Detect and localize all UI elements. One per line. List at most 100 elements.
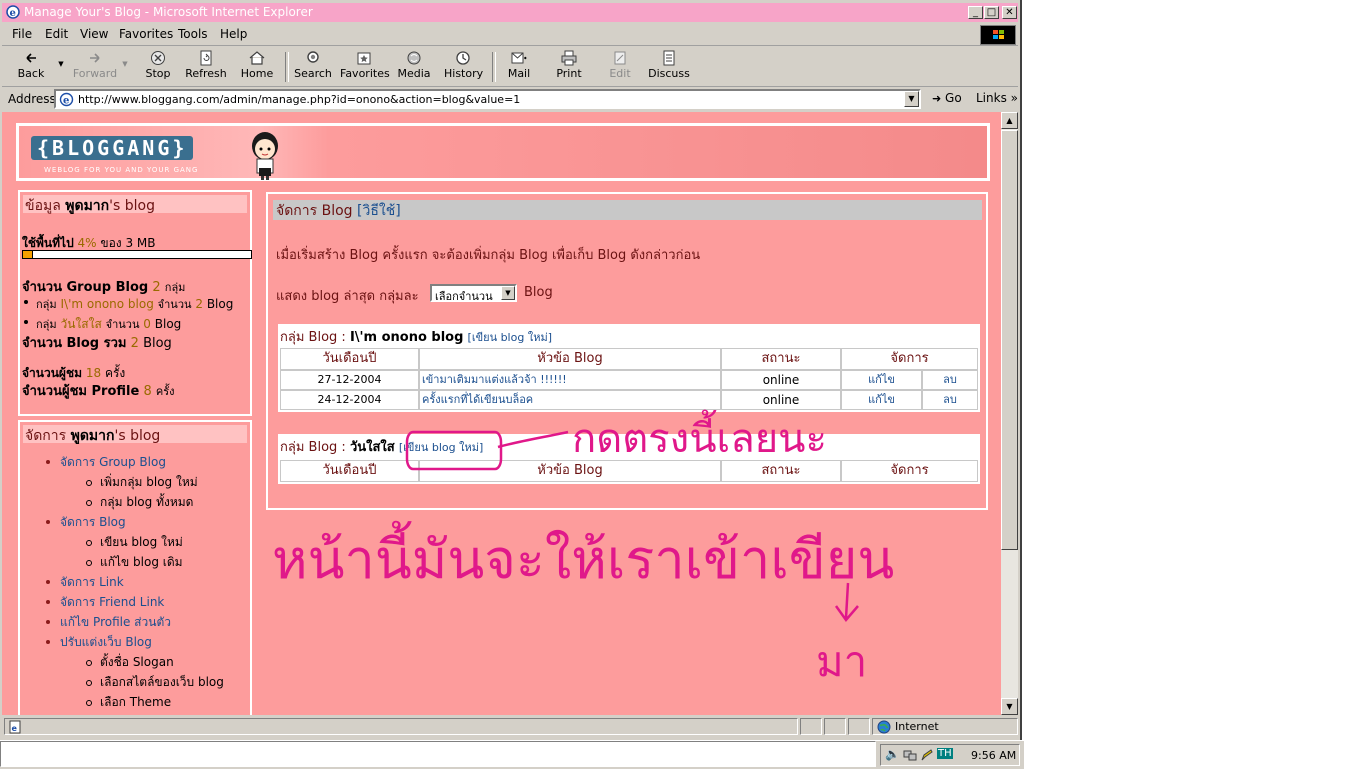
chevron-down-icon[interactable]: ▼ xyxy=(501,286,515,300)
nav-edit-blog[interactable]: แก้ไข blog เดิม xyxy=(100,553,183,572)
clock[interactable]: 9:56 AM xyxy=(971,749,1016,762)
menu-help[interactable]: Help xyxy=(220,27,247,41)
nav-manage-friend-link[interactable]: จัดการ Friend Link xyxy=(60,593,164,612)
col-header-title: หัวข้อ Blog xyxy=(419,460,721,482)
row-edit-cell: แก้ไข xyxy=(841,370,922,390)
svg-text:e: e xyxy=(63,96,69,107)
menu-bar: File Edit View Favorites Tools Help xyxy=(2,24,1018,46)
back-dropdown[interactable]: ▼ xyxy=(56,50,66,84)
circle-bullet xyxy=(86,560,92,566)
address-dropdown[interactable]: ▼ xyxy=(904,91,919,107)
nav-choose-style[interactable]: เลือกสไตล์ของเว็บ blog xyxy=(100,673,224,692)
nav-manage-group-blog[interactable]: จัดการ Group Blog xyxy=(60,453,166,472)
nav-write-new-blog[interactable]: เขียน blog ใหม่ xyxy=(100,533,183,552)
search-button[interactable]: Search xyxy=(294,50,332,84)
browser-window: e Manage Your's Blog - Microsoft Interne… xyxy=(0,0,1022,740)
window-title: Manage Your's Blog - Microsoft Internet … xyxy=(24,5,313,19)
usage-progress-fill xyxy=(23,251,33,258)
nav-choose-theme[interactable]: เลือก Theme xyxy=(100,693,171,712)
write-new-blog-link[interactable]: [เขียน blog ใหม่] xyxy=(468,331,552,344)
status-pane xyxy=(824,718,846,735)
toolbar-separator xyxy=(492,52,496,82)
favorites-button[interactable]: Favorites xyxy=(340,50,390,84)
scroll-down-arrow[interactable]: ▼ xyxy=(1001,698,1018,715)
stop-button[interactable]: Stop xyxy=(142,50,174,84)
write-new-blog-link[interactable]: [เขียน blog ใหม่] xyxy=(399,441,483,454)
nav-customize-blog[interactable]: ปรับแต่งเว็บ Blog xyxy=(60,633,152,652)
nav-add-group[interactable]: เพิ่มกลุ่ม blog ใหม่ xyxy=(100,473,198,492)
address-input[interactable]: e http://www.bloggang.com/admin/manage.p… xyxy=(54,89,921,109)
scroll-thumb[interactable] xyxy=(1001,130,1018,550)
close-button[interactable]: ✕ xyxy=(1002,6,1017,19)
taskbar-blank-area xyxy=(0,741,876,767)
row-date: 24-12-2004 xyxy=(280,390,419,410)
delete-link[interactable]: ลบ xyxy=(943,373,957,386)
delete-link[interactable]: ลบ xyxy=(943,393,957,406)
nav-manage-link[interactable]: จัดการ Link xyxy=(60,573,124,592)
col-header-date: วันเดือนปี xyxy=(280,348,419,370)
zone-label: Internet xyxy=(895,720,939,733)
links-button[interactable]: Links » xyxy=(976,91,1018,105)
pencil-icon[interactable] xyxy=(920,748,934,762)
col-header-title: หัวข้อ Blog xyxy=(419,348,721,370)
nav-edit-profile[interactable]: แก้ไข Profile ส่วนตัว xyxy=(60,613,171,632)
bullet xyxy=(24,300,28,304)
taskbar: 🔈 TH 9:56 AM xyxy=(0,740,1024,769)
menu-edit[interactable]: Edit xyxy=(45,27,68,41)
blog-count-select[interactable]: เลือกจำนวน ▼ xyxy=(430,284,517,303)
bloggang-logo[interactable]: {BLOGGANG} xyxy=(31,136,194,160)
discuss-button[interactable]: Discuss xyxy=(648,50,690,84)
nav-set-slogan[interactable]: ตั้งชื่อ Slogan xyxy=(100,653,174,672)
howto-link[interactable]: [วิธีใช้] xyxy=(357,203,401,219)
edit-link[interactable]: แก้ไข xyxy=(868,373,895,386)
speaker-icon[interactable]: 🔈 xyxy=(885,747,900,761)
menu-tools[interactable]: Tools xyxy=(178,27,208,41)
row-date: 27-12-2004 xyxy=(280,370,419,390)
row-title-link[interactable]: เข้ามาเติมมาแต่งแล้วจ้า !!!!!! xyxy=(419,370,721,390)
row-status: online xyxy=(721,370,841,390)
minimize-button[interactable]: _ xyxy=(968,6,983,19)
main-panel-title: จัดการ Blog [วิธีใช้] xyxy=(273,200,982,220)
media-button[interactable]: Media xyxy=(396,50,432,84)
status-main-pane: e xyxy=(4,718,798,735)
menu-view[interactable]: View xyxy=(80,27,108,41)
nav-manage-blog[interactable]: จัดการ Blog xyxy=(60,513,126,532)
circle-bullet xyxy=(86,480,92,486)
network-icon[interactable] xyxy=(903,748,917,762)
circle-bullet xyxy=(86,500,92,506)
vertical-scrollbar[interactable]: ▲ ▼ xyxy=(1001,112,1018,715)
windows-logo-icon xyxy=(980,25,1016,45)
print-button[interactable]: Print xyxy=(554,50,584,84)
forward-arrow-icon xyxy=(90,53,100,63)
group-item: กลุ่ม I\'m onono blog จำนวน 2 Blog xyxy=(36,297,234,311)
ie-icon: e xyxy=(6,5,20,19)
menu-file[interactable]: File xyxy=(12,27,32,41)
group-table: กลุ่ม Blog : วันใสใส [เขียน blog ใหม่] ว… xyxy=(278,434,980,484)
row-title-link[interactable]: ครั้งแรกที่ได้เขียนบล็อค xyxy=(419,390,721,410)
maximize-button[interactable]: □ xyxy=(984,6,999,19)
mail-button[interactable]: Mail xyxy=(502,50,536,84)
refresh-button[interactable]: Refresh xyxy=(185,50,227,84)
forward-button[interactable]: Forward xyxy=(72,50,118,84)
svg-text:e: e xyxy=(12,724,18,733)
home-button[interactable]: Home xyxy=(240,50,274,84)
history-icon xyxy=(456,51,470,65)
back-button[interactable]: Back xyxy=(14,50,48,84)
edit-button[interactable]: Edit xyxy=(606,50,634,84)
scroll-up-arrow[interactable]: ▲ xyxy=(1001,112,1018,129)
edit-link[interactable]: แก้ไข xyxy=(868,393,895,406)
language-indicator[interactable]: TH xyxy=(937,748,953,759)
toolbar-separator xyxy=(285,52,289,82)
nav-all-groups[interactable]: กลุ่ม blog ทั้งหมด xyxy=(100,493,193,512)
go-button[interactable]: ➜ Go xyxy=(932,91,962,105)
group-title: กลุ่ม Blog : วันใสใส [เขียน blog ใหม่] xyxy=(280,440,484,455)
title-bar[interactable]: e Manage Your's Blog - Microsoft Interne… xyxy=(2,3,1018,22)
bullet xyxy=(46,520,50,524)
history-button[interactable]: History xyxy=(444,50,483,84)
menu-favorites[interactable]: Favorites xyxy=(119,27,173,41)
bullet xyxy=(46,600,50,604)
forward-dropdown[interactable]: ▼ xyxy=(120,50,130,84)
refresh-icon xyxy=(200,50,212,66)
manage-blog-panel: จัดการ Blog [วิธีใช้] เมื่อเริ่มสร้าง Bl… xyxy=(266,192,988,510)
col-header-status: สถานะ xyxy=(721,348,841,370)
